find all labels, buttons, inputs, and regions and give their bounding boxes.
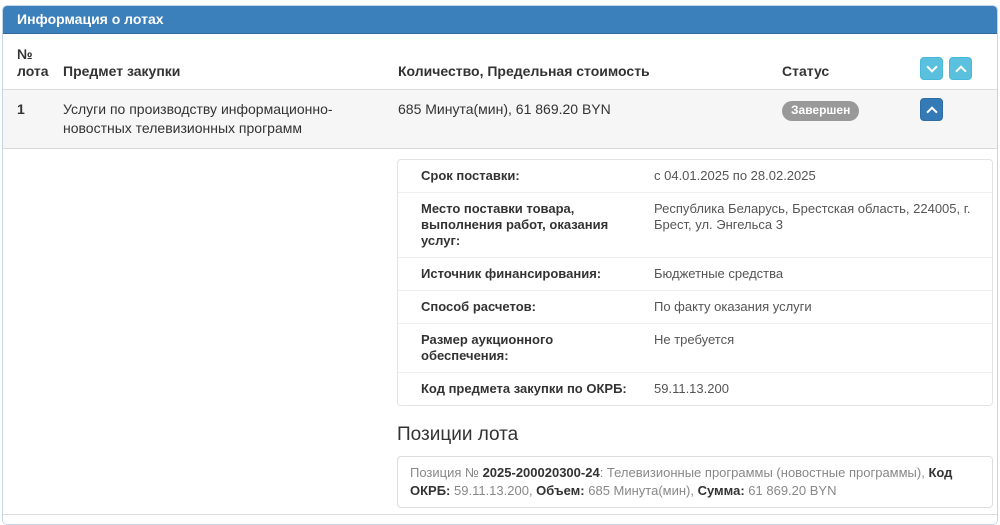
lots-table: № лота Предмет закупки Количество, Преде…: [3, 34, 997, 515]
lot-positions-heading: Позиции лота: [397, 424, 519, 445]
position-prefix: Позиция №: [410, 465, 483, 480]
col-header-status: Статус: [782, 34, 906, 90]
detail-row-auction-security: Размер аукционного обеспечения: Не требу…: [398, 323, 992, 372]
detail-row-financing-source: Источник финансирования: Бюджетные средс…: [398, 257, 992, 290]
detail-label: Код предмета закупки по ОКРБ:: [421, 381, 627, 396]
chevron-up-icon: [954, 64, 967, 77]
detail-label: Размер аукционного обеспечения:: [421, 332, 554, 363]
position-number: 2025-200020300-24: [482, 465, 600, 480]
col-header-actions: [906, 34, 997, 90]
status-badge: Завершен: [782, 101, 860, 121]
position-okrb-value: 59.11.13.200,: [450, 483, 537, 498]
lot-position-item: Позиция № 2025-200020300-24: Телевизионн…: [397, 456, 993, 508]
lot-details-row: Срок поставки: с 04.01.2025 по 28.02.202…: [3, 148, 997, 515]
detail-label: Место поставки товара, выполнения работ,…: [421, 201, 609, 248]
table-header-row: № лота Предмет закупки Количество, Преде…: [3, 34, 997, 90]
position-sum-value: 61 869.20 BYN: [744, 483, 837, 498]
col-header-quantity: Количество, Предельная стоимость: [398, 34, 782, 90]
position-description: : Телевизионные программы (новостные про…: [599, 465, 929, 480]
col-header-lot-number: № лота: [3, 34, 63, 90]
chevron-up-icon: [925, 105, 938, 118]
detail-label: Способ расчетов:: [421, 299, 536, 314]
collapse-all-button[interactable]: [949, 57, 972, 80]
lot-details-table: Срок поставки: с 04.01.2025 по 28.02.202…: [397, 159, 993, 406]
detail-row-delivery-place: Место поставки товара, выполнения работ,…: [398, 192, 992, 257]
position-sum-label: Сумма:: [697, 483, 745, 498]
lot-actions-cell: [906, 89, 997, 149]
lot-quantity-cell: 685 Минута(мин), 61 869.20 BYN: [398, 89, 782, 149]
detail-row-payment-method: Способ расчетов: По факту оказания услуг…: [398, 290, 992, 323]
panel-title: Информация о лотах: [3, 6, 997, 34]
detail-value: Бюджетные средства: [654, 266, 784, 281]
chevron-down-icon: [925, 60, 938, 73]
lots-panel: Информация о лотах № лота Предмет закупк…: [2, 5, 998, 525]
detail-value: с 04.01.2025 по 28.02.2025: [654, 168, 816, 183]
lot-details-section: Срок поставки: с 04.01.2025 по 28.02.202…: [397, 149, 993, 514]
panel-footer-space: [3, 515, 997, 524]
lot-number-cell: 1: [3, 89, 63, 149]
detail-label: Срок поставки:: [421, 168, 520, 183]
position-volume-label: Объем:: [536, 483, 585, 498]
detail-value: Республика Беларусь, Брестская область, …: [654, 201, 971, 232]
detail-row-okrb-code: Код предмета закупки по ОКРБ: 59.11.13.2…: [398, 372, 992, 405]
detail-value: 59.11.13.200: [654, 381, 729, 396]
detail-label: Источник финансирования:: [421, 266, 602, 281]
table-row: 1 Услуги по производству информационно-н…: [3, 89, 997, 149]
col-header-subject: Предмет закупки: [63, 34, 398, 90]
collapse-lot-details-button[interactable]: [920, 98, 943, 121]
detail-row-delivery-period: Срок поставки: с 04.01.2025 по 28.02.202…: [398, 160, 992, 192]
expand-all-button[interactable]: [920, 57, 943, 80]
detail-value: Не требуется: [654, 332, 735, 347]
position-volume-value: 685 Минута(мин),: [584, 483, 698, 498]
detail-value: По факту оказания услуги: [654, 299, 812, 314]
lot-subject-cell: Услуги по производству информационно-нов…: [63, 89, 398, 149]
lot-status-cell: Завершен: [782, 89, 906, 149]
